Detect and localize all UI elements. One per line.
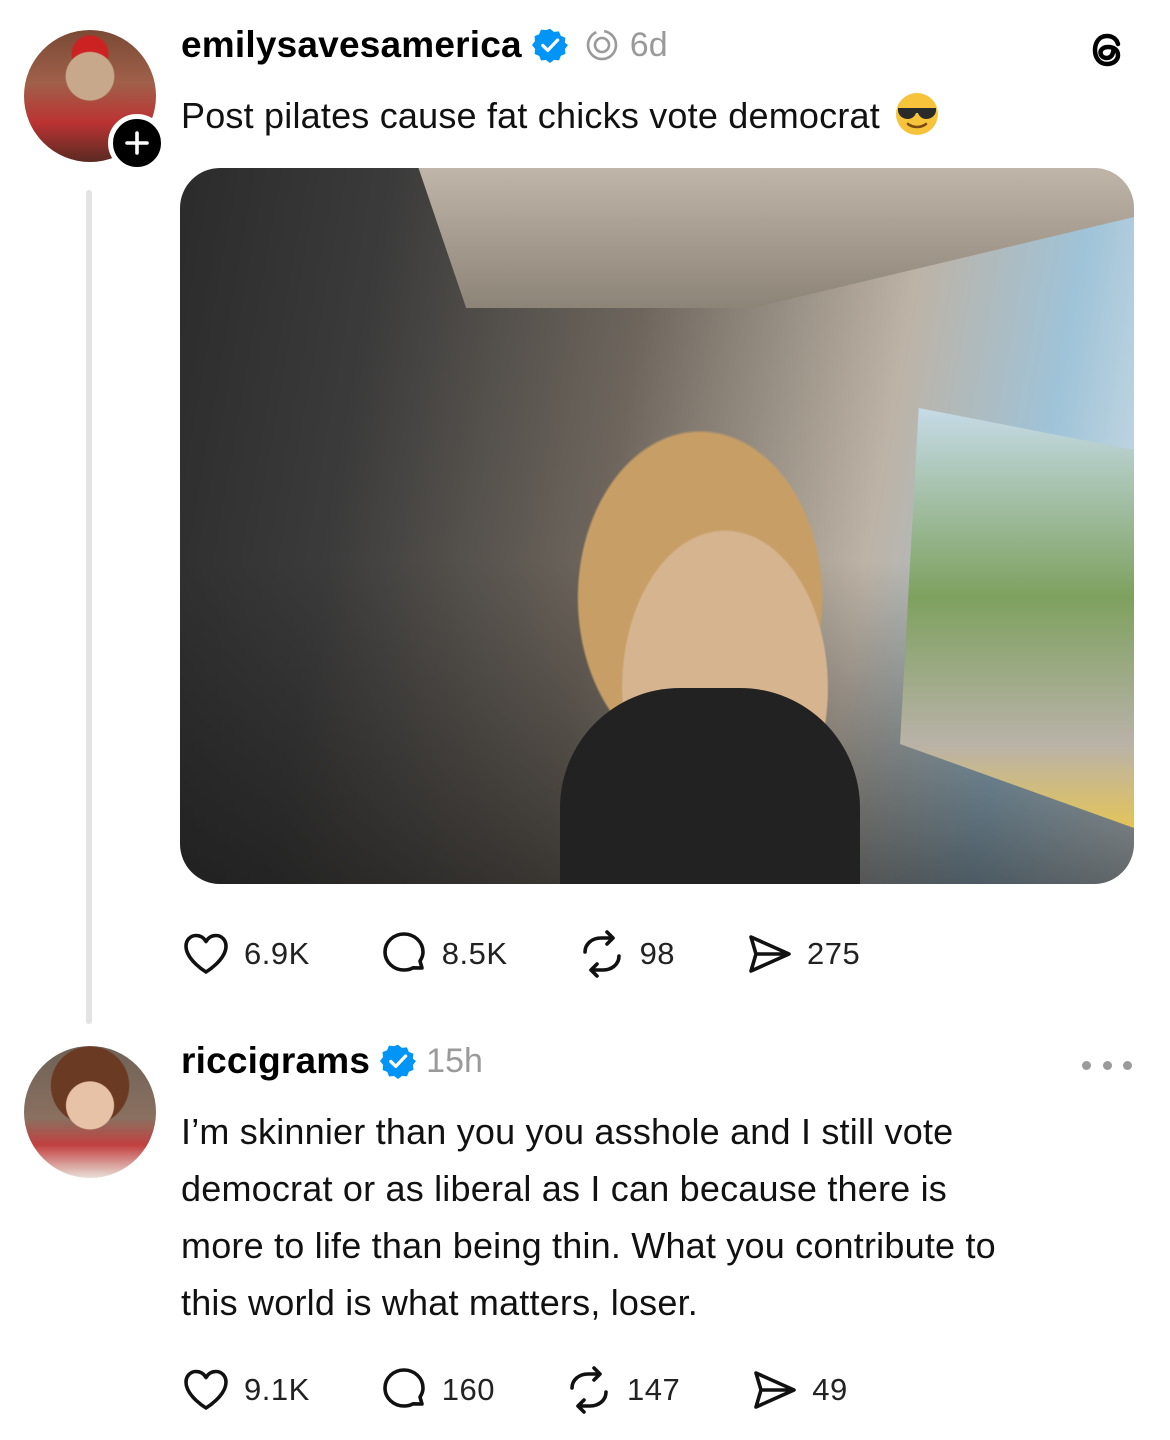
share-count: 49 [812,1372,848,1407]
like-button[interactable]: 6.9K [180,928,310,980]
sunglasses-emoji-icon [894,91,940,137]
send-icon [749,935,791,973]
reply-text: I’m skinnier than you you asshole and I … [181,1103,996,1331]
repost-icon [570,1366,608,1414]
reply-button[interactable]: 160 [378,1364,495,1416]
plus-icon [125,131,149,155]
verified-badge-icon [380,1043,417,1079]
like-count: 6.9K [244,936,310,971]
verified-badge-icon [531,27,568,63]
repost-count: 147 [627,1372,681,1407]
thread-connector-line [86,190,92,1024]
post-time: 6d [629,25,668,64]
reply-button[interactable]: 8.5K [378,928,508,980]
follow-button[interactable] [108,114,166,172]
comment-icon [382,1368,425,1408]
repost-count: 98 [639,936,676,971]
reply-text-line: this world is what matters, loser. [181,1282,698,1323]
send-icon [754,1371,797,1409]
post-header: emilysavesamerica 6d [181,20,668,70]
post-photo[interactable] [180,168,1134,884]
heart-icon [184,1369,228,1410]
post-username[interactable]: emilysavesamerica [181,24,522,66]
more-options-icon[interactable] [1082,1050,1132,1080]
heart-icon [184,933,228,974]
threads-spiral-icon [584,27,620,63]
repost-button[interactable]: 147 [563,1364,680,1416]
post-text-content: Post pilates cause fat chicks vote democ… [181,95,880,136]
comment-icon [382,932,425,972]
photo-subject [560,688,860,884]
reply-text-line: democrat or as liberal as I can because … [181,1168,947,1209]
like-button[interactable]: 9.1K [180,1364,310,1416]
reply-count: 8.5K [441,936,508,971]
share-button[interactable]: 49 [748,1364,847,1416]
reply-header: riccigrams 15h [181,1036,483,1086]
repost-button[interactable]: 98 [576,928,675,980]
photo-car-roof [418,168,1134,308]
reply-count: 160 [441,1372,496,1407]
reply-text-line: more to life than being thin. What you c… [181,1225,996,1266]
post-action-bar: 6.9K 8.5K 98 275 [180,924,928,984]
share-button[interactable]: 275 [743,928,860,980]
reply-action-bar: 9.1K 160 147 49 [180,1360,916,1420]
reply-username[interactable]: riccigrams [181,1040,370,1082]
like-count: 9.1K [244,1372,310,1407]
photo-car-window [900,408,1134,828]
share-count: 275 [807,936,861,971]
reply-time: 15h [426,1041,483,1080]
threads-logo-icon[interactable] [1082,24,1134,76]
reply-text-line: I’m skinnier than you you asshole and I … [181,1111,954,1152]
post-text: Post pilates cause fat chicks vote democ… [181,87,940,144]
repost-icon [582,930,621,978]
reply-author-avatar[interactable] [24,1046,156,1178]
